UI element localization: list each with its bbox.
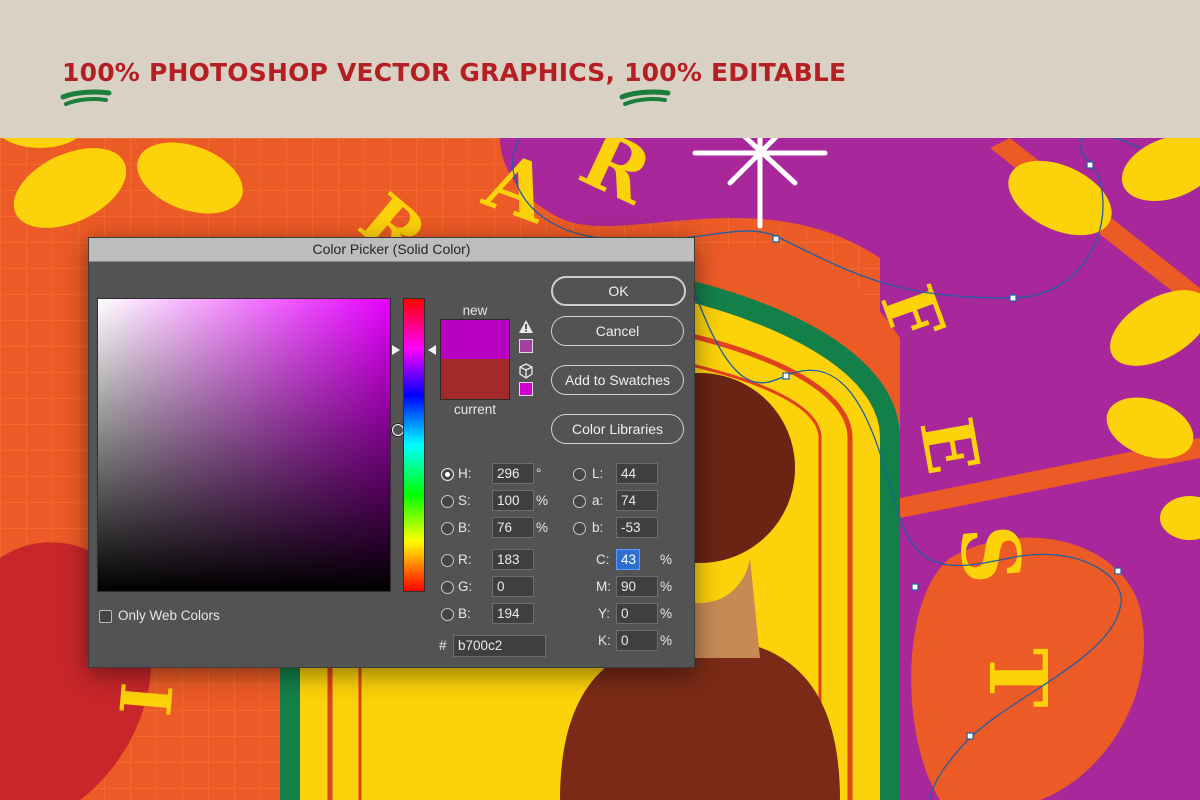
hue-slider-handle-right[interactable] (428, 345, 436, 355)
blue-radio[interactable] (441, 608, 454, 621)
hue-field[interactable]: 296 (492, 463, 534, 484)
dialog-title[interactable]: Color Picker (Solid Color) (89, 238, 694, 262)
hue-slider-handle-left[interactable] (392, 345, 400, 355)
brightness-unit: % (536, 520, 549, 535)
saturation-brightness-field[interactable] (97, 298, 404, 592)
lab-b-radio[interactable] (573, 522, 586, 535)
new-color-label: new (462, 303, 488, 318)
current-color-swatch[interactable] (440, 359, 510, 400)
cancel-button[interactable]: Cancel (551, 316, 684, 346)
saturation-radio[interactable] (441, 495, 454, 508)
lab-a-label: a: (592, 493, 604, 508)
saturation-field[interactable]: 100 (492, 490, 534, 511)
svg-text:T: T (971, 648, 1065, 708)
brightness-radio[interactable] (441, 522, 454, 535)
hue-label: H: (458, 466, 472, 481)
brightness-label: B: (458, 520, 471, 535)
top-banner: 100% PHOTOSHOP VECTOR GRAPHICS, 100% EDI… (0, 0, 1200, 138)
hex-field[interactable]: b700c2 (453, 635, 546, 657)
color-libraries-button[interactable]: Color Libraries (551, 414, 684, 444)
red-field[interactable]: 183 (492, 549, 534, 570)
magenta-label: M: (596, 579, 611, 594)
lab-a-field[interactable]: 74 (616, 490, 658, 511)
headline: 100% PHOTOSHOP VECTOR GRAPHICS, 100% EDI… (62, 58, 847, 87)
blue-label: B: (458, 606, 471, 621)
red-radio[interactable] (441, 554, 454, 567)
cyan-unit: % (660, 552, 673, 567)
websafe-cube-icon[interactable] (518, 363, 534, 379)
lab-b-label: b: (592, 520, 604, 535)
red-label: R: (458, 552, 472, 567)
green-field[interactable]: 0 (492, 576, 534, 597)
warning-icon[interactable] (518, 319, 534, 334)
brush-stroke-icon (60, 89, 112, 106)
yellow-unit: % (660, 606, 673, 621)
green-radio[interactable] (441, 581, 454, 594)
lab-b-field[interactable]: -53 (616, 517, 658, 538)
hex-prefix: # (439, 638, 447, 653)
add-to-swatches-button[interactable]: Add to Swatches (551, 365, 684, 395)
only-web-colors-label[interactable]: Only Web Colors (118, 608, 220, 623)
lab-a-radio[interactable] (573, 495, 586, 508)
saturation-label: S: (458, 493, 471, 508)
cyan-field[interactable]: 43 (616, 549, 640, 570)
magenta-field[interactable]: 90 (616, 576, 658, 597)
brightness-field[interactable]: 76 (492, 517, 534, 538)
out-of-gamut-swatch[interactable] (519, 339, 533, 353)
only-web-colors-checkbox[interactable] (99, 610, 112, 623)
yellow-label: Y: (598, 606, 611, 621)
black-unit: % (660, 633, 673, 648)
black-label: K: (598, 633, 611, 648)
magenta-unit: % (660, 579, 673, 594)
hue-slider[interactable] (403, 298, 425, 592)
ok-button[interactable]: OK (551, 276, 686, 306)
yellow-field[interactable]: 0 (616, 603, 658, 624)
lab-l-field[interactable]: 44 (616, 463, 658, 484)
green-label: G: (458, 579, 473, 594)
svg-text:S: S (941, 521, 1040, 587)
black-field[interactable]: 0 (616, 630, 658, 651)
lab-l-label: L: (592, 466, 604, 481)
cyan-label: C: (596, 552, 610, 567)
websafe-swatch[interactable] (519, 382, 533, 396)
current-color-label: current (453, 402, 497, 417)
blue-field[interactable]: 194 (492, 603, 534, 624)
color-picker-dialog: Color Picker (Solid Color) new current O… (88, 237, 695, 668)
new-color-swatch[interactable] (440, 319, 510, 360)
brush-stroke-icon (619, 89, 671, 106)
lab-l-radio[interactable] (573, 468, 586, 481)
saturation-unit: % (536, 493, 549, 508)
hue-unit: ° (536, 466, 542, 481)
hue-radio[interactable] (441, 468, 454, 481)
